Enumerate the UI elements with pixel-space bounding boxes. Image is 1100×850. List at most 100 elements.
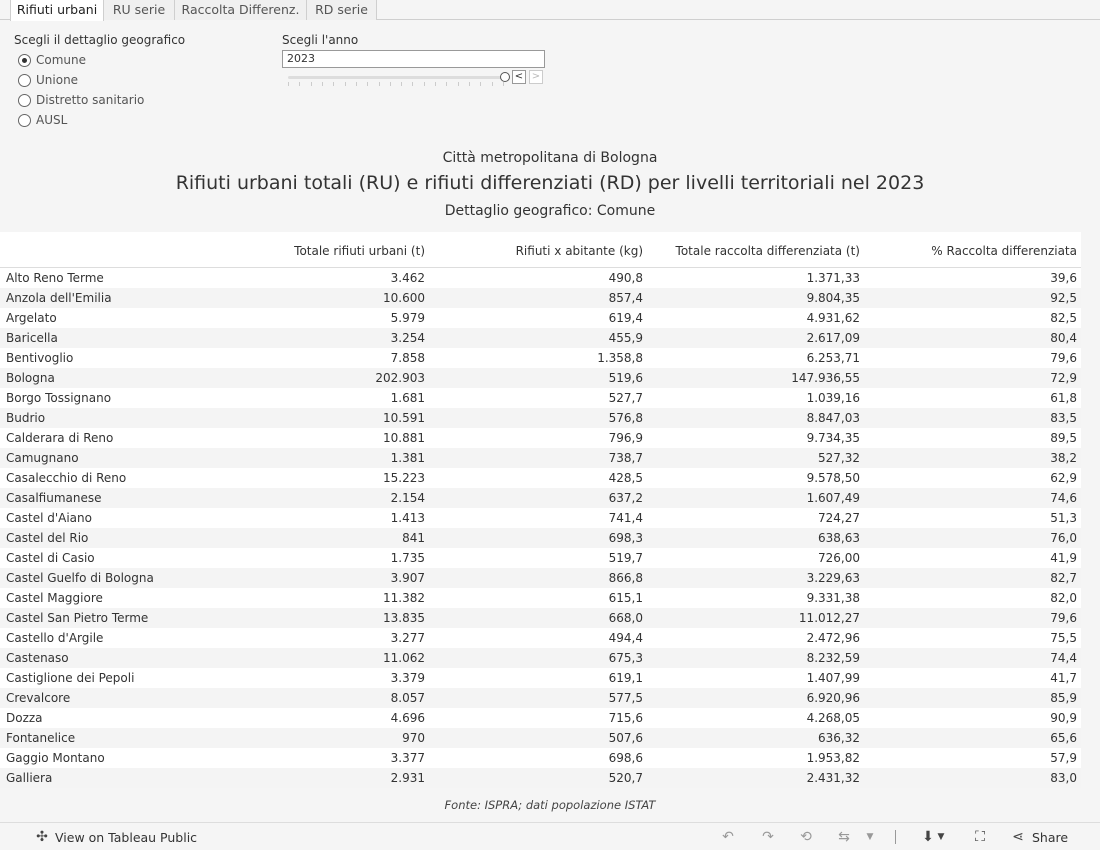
column-header-totale-rd[interactable]: Totale raccolta differenziata (t): [676, 244, 860, 258]
table-row[interactable]: Castel San Pietro Terme 13.835 668,0 11.012…: [0, 608, 1081, 628]
revert-icon: ⟲: [800, 829, 812, 845]
year-slider-handle[interactable]: [500, 72, 510, 82]
cell-rifiuti-abitante: 715,6: [608, 711, 643, 725]
cell-rifiuti-abitante: 455,9: [608, 331, 643, 345]
table-row[interactable]: Gaggio Montano 3.377 698,6 1.953,82 57,9: [0, 748, 1081, 768]
cell-rifiuti-abitante: 866,8: [608, 571, 643, 585]
cell-percent-rd: 83,5: [1050, 411, 1077, 425]
tab-rifiuti-urbani[interactable]: Rifiuti urbani: [10, 0, 104, 21]
table-row[interactable]: Argelato 5.979 619,4 4.931,62 82,5: [0, 308, 1081, 328]
radio-option-distretto[interactable]: Distretto sanitario: [18, 92, 144, 108]
cell-totale-ru: 11.382: [383, 591, 425, 605]
cell-totale-ru: 3.277: [390, 631, 425, 645]
table-row[interactable]: Dozza 4.696 715,6 4.268,05 90,9: [0, 708, 1081, 728]
table-row[interactable]: Castello d'Argile 3.277 494,4 2.472,96 75,5: [0, 628, 1081, 648]
cell-comune: Castel Maggiore: [6, 591, 103, 605]
fullscreen-button[interactable]: ⛶: [972, 829, 988, 845]
table-row[interactable]: Bentivoglio 7.858 1.358,8 6.253,71 79,6: [0, 348, 1081, 368]
table-row[interactable]: Casalecchio di Reno 15.223 428,5 9.578,50 62…: [0, 468, 1081, 488]
table-row[interactable]: Fontanelice 970 507,6 636,32 65,6: [0, 728, 1081, 748]
chevron-down-icon: ▼: [866, 832, 874, 842]
undo-icon: ↶: [722, 829, 734, 845]
page-title: Rifiuti urbani totali (RU) e rifiuti dif…: [175, 172, 925, 194]
redo-button[interactable]: ↷: [760, 829, 776, 845]
table-row[interactable]: Crevalcore 8.057 577,5 6.920,96 85,9: [0, 688, 1081, 708]
column-header-totale-ru[interactable]: Totale rifiuti urbani (t): [294, 244, 425, 258]
table-row[interactable]: Borgo Tossignano 1.681 527,7 1.039,16 61,8: [0, 388, 1081, 408]
cell-percent-rd: 38,2: [1050, 451, 1077, 465]
share-icon: ⋖: [1012, 829, 1024, 845]
cell-comune: Castiglione dei Pepoli: [6, 671, 135, 685]
table-row[interactable]: Castenaso 11.062 675,3 8.232,59 74,4: [0, 648, 1081, 668]
cell-comune: Dozza: [6, 711, 43, 725]
table-row[interactable]: Camugnano 1.381 738,7 527,32 38,2: [0, 448, 1081, 468]
cell-totale-ru: 1.735: [390, 551, 425, 565]
column-header-rifiuti-abitante[interactable]: Rifiuti x abitante (kg): [516, 244, 643, 258]
cell-totale-ru: 11.062: [383, 651, 425, 665]
radio-option-comune[interactable]: Comune: [18, 52, 86, 68]
cell-totale-rd: 2.472,96: [806, 631, 860, 645]
cell-percent-rd: 89,5: [1050, 431, 1077, 445]
tab-raccolta-differenz[interactable]: Raccolta Differenz.: [175, 0, 307, 20]
cell-comune: Budrio: [6, 411, 46, 425]
table-row[interactable]: Castiglione dei Pepoli 3.379 619,1 1.407,99…: [0, 668, 1081, 688]
share-button[interactable]: ⋖ Share: [1010, 829, 1068, 845]
cell-totale-ru: 13.835: [383, 611, 425, 625]
table-row[interactable]: Galliera 2.931 520,7 2.431,32 83,0: [0, 768, 1081, 788]
tab-bar: Rifiuti urbani RU serie Raccolta Differe…: [0, 0, 1100, 21]
table-row[interactable]: Castel Guelfo di Bologna 3.907 866,8 3.229,…: [0, 568, 1081, 588]
cell-percent-rd: 83,0: [1050, 771, 1077, 785]
cell-rifiuti-abitante: 527,7: [608, 391, 643, 405]
download-button[interactable]: ⬇ ▼: [920, 829, 946, 845]
cell-totale-ru: 202.903: [375, 371, 425, 385]
bottom-toolbar: ✣ View on Tableau Public ↶ ↷ ⟲ ⇆ ▼ ⬇ ▼ ⛶…: [0, 822, 1100, 850]
cell-totale-rd: 4.268,05: [806, 711, 860, 725]
undo-button[interactable]: ↶: [720, 829, 736, 845]
year-filter-title: Scegli l'anno: [282, 33, 359, 47]
year-next-button[interactable]: >: [529, 70, 543, 84]
table-row[interactable]: Alto Reno Terme 3.462 490,8 1.371,33 39,6: [0, 268, 1081, 288]
view-on-tableau-link[interactable]: ✣ View on Tableau Public: [34, 829, 197, 845]
table-row[interactable]: Budrio 10.591 576,8 8.847,03 83,5: [0, 408, 1081, 428]
cell-percent-rd: 74,4: [1050, 651, 1077, 665]
year-prev-button[interactable]: <: [512, 70, 526, 84]
cell-percent-rd: 80,4: [1050, 331, 1077, 345]
table-row[interactable]: Castel del Rio 841 698,3 638,63 76,0: [0, 528, 1081, 548]
refresh-dropdown[interactable]: ▼: [862, 829, 878, 845]
year-input[interactable]: 2023: [282, 50, 545, 68]
cell-totale-rd: 9.578,50: [806, 471, 860, 485]
cell-totale-ru: 10.881: [383, 431, 425, 445]
cell-comune: Casalfiumanese: [6, 491, 102, 505]
refresh-button[interactable]: ⇆: [836, 829, 852, 845]
cell-rifiuti-abitante: 619,4: [608, 311, 643, 325]
cell-percent-rd: 92,5: [1050, 291, 1077, 305]
table-row[interactable]: Calderara di Reno 10.881 796,9 9.734,35 89,5: [0, 428, 1081, 448]
cell-totale-ru: 970: [402, 731, 425, 745]
cell-rifiuti-abitante: 1.358,8: [597, 351, 643, 365]
revert-button[interactable]: ⟲: [798, 829, 814, 845]
tab-ru-serie[interactable]: RU serie: [104, 0, 175, 20]
table-row[interactable]: Casalfiumanese 2.154 637,2 1.607,49 74,6: [0, 488, 1081, 508]
radio-icon: [18, 73, 31, 87]
cell-percent-rd: 57,9: [1050, 751, 1077, 765]
cell-comune: Galliera: [6, 771, 53, 785]
table-row[interactable]: Anzola dell'Emilia 10.600 857,4 9.804,35 92,…: [0, 288, 1081, 308]
toolbar-divider: [895, 830, 896, 844]
table-row[interactable]: Castel Maggiore 11.382 615,1 9.331,38 82,0: [0, 588, 1081, 608]
tab-rd-serie[interactable]: RD serie: [307, 0, 377, 20]
table-row[interactable]: Bologna 202.903 519,6 147.936,55 72,9: [0, 368, 1081, 388]
cell-totale-ru: 1.681: [390, 391, 425, 405]
cell-comune: Castello d'Argile: [6, 631, 104, 645]
table-header: Totale rifiuti urbani (t) Rifiuti x abit…: [0, 232, 1081, 268]
column-header-percent-rd[interactable]: % Raccolta differenziata: [931, 244, 1077, 258]
table-row[interactable]: Castel d'Aiano 1.413 741,4 724,27 51,3: [0, 508, 1081, 528]
cell-percent-rd: 41,7: [1050, 671, 1077, 685]
table-row[interactable]: Baricella 3.254 455,9 2.617,09 80,4: [0, 328, 1081, 348]
cell-totale-ru: 8.057: [390, 691, 425, 705]
cell-totale-rd: 1.407,99: [806, 671, 860, 685]
radio-option-unione[interactable]: Unione: [18, 72, 78, 88]
year-slider-ticks: [288, 82, 504, 86]
table-row[interactable]: Castel di Casio 1.735 519,7 726,00 41,9: [0, 548, 1081, 568]
radio-option-ausl[interactable]: AUSL: [18, 112, 67, 128]
year-slider-track[interactable]: [288, 76, 504, 79]
